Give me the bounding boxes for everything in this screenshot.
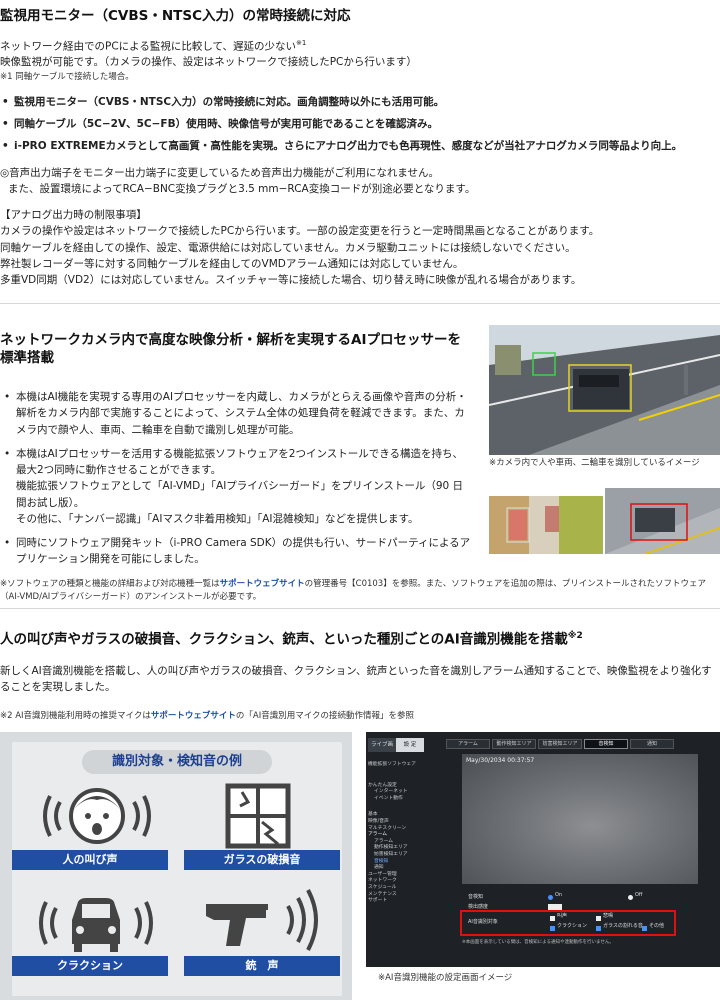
list-item: 同時にソフトウェア開発キット（i-PRO Camera SDK）の提供も行い、サ… (0, 535, 472, 568)
support-link[interactable]: サポートウェブサイト (151, 711, 236, 721)
menu-item[interactable]: スケジュール (368, 885, 424, 892)
top-tab-motion[interactable]: 動作検知エリア (492, 739, 536, 749)
menu-item[interactable]: アラーム (368, 832, 424, 839)
tab-live[interactable]: ライブ画 (368, 738, 396, 752)
limit-2: 同軸ケーブルを経由しての操作、設定、電源供給には対応していません。カメラ駆動ユニ… (0, 241, 576, 254)
video-timestamp: May/30/2034 00:37:57 (466, 757, 535, 764)
gunshot-icon (206, 889, 318, 951)
car-horn-icon (39, 898, 153, 952)
menu-item[interactable]: イベント動作 (368, 796, 424, 803)
list-item: i-PRO EXTREMEカメラとして高画質・高性能を実現。さらにアナログ出力で… (0, 138, 720, 155)
sound-label-gunshot: 銃 声 (184, 956, 340, 976)
sound-panel-title: 識別対象・検知音の例 (82, 750, 272, 774)
menu-item[interactable]: 映像/音声 (368, 819, 424, 826)
checkbox-other[interactable] (642, 926, 647, 931)
checkbox-scream[interactable] (550, 916, 555, 921)
store-image (489, 496, 603, 554)
row-label-sound-detect: 音検知 (468, 894, 484, 900)
tab-settings[interactable]: 設 定 (396, 738, 424, 752)
top-tab-notify[interactable]: 通知 (630, 739, 674, 749)
menu-item[interactable]: サポート (368, 898, 424, 905)
menu-item[interactable]: 動作検知エリア (368, 845, 424, 852)
limit-1: カメラの操作や設定はネットワークで接続したPCから行います。一部の設定変更を行う… (0, 225, 600, 238)
top-tab-alarm[interactable]: アラーム (446, 739, 490, 749)
settings-menu: 機能拡張ソフトウェア かんたん設定 インターネット イベント動作 基本 映像/音… (368, 762, 424, 905)
list-item: 監視用モニター（CVBS・NTSC入力）の常時接続に対応。画角調整時以外にも活用… (0, 94, 720, 111)
divider (0, 608, 720, 609)
radio-on[interactable] (548, 895, 553, 900)
section-title-ai: ネットワークカメラ内で高度な映像分析・解析を実現するAIプロセッサーを標準搭載 (0, 332, 461, 366)
broken-window-icon (225, 783, 291, 849)
menu-item[interactable]: 機能拡張ソフトウェア (368, 762, 424, 769)
sound-label-scream: 人の叫び声 (12, 850, 168, 870)
support-link[interactable]: サポートウェブサイト (220, 579, 305, 589)
sound-body: 新しくAI音識別機能を搭載し、人の叫び声やガラスの破損音、クラクション、銃声とい… (0, 665, 712, 694)
radio-on-label: On (555, 892, 563, 898)
ai-street-image (489, 325, 720, 455)
video-preview: May/30/2034 00:37:57 (462, 754, 698, 884)
settings-footnote: ※本画面を表示している間は、音検知による通知や連動動作を行いません。 (462, 940, 614, 945)
sound-note: ※2 AI音識別機能利用時の推奨マイクはサポートウェブサイトの「AI音識別用マイ… (0, 710, 415, 721)
list-item: 本機はAI機能を実現する専用のAIプロセッサーを内蔵し、カメラがとらえる画像や音… (0, 389, 472, 438)
top-tab-sound[interactable]: 音検知 (584, 739, 628, 749)
monitor-bullets: 監視用モニター（CVBS・NTSC入力）の常時接続に対応。画角調整時以外にも活用… (0, 94, 720, 155)
menu-item[interactable]: 基本 (368, 812, 424, 819)
checkbox-horn[interactable] (550, 926, 555, 931)
monitor-note-1: ※1 同軸ケーブルで接続した場合。 (0, 71, 134, 82)
limit-title: 【アナログ出力時の制限事項】 (0, 209, 147, 222)
radio-off[interactable] (628, 895, 633, 900)
list-item: 本機はAIプロセッサーを活用する機能拡張ソフトウェアを2つインストールできる構造… (0, 446, 472, 527)
menu-item[interactable]: 通知 (368, 865, 424, 872)
section-sound: 人の叫び声やガラスの破損音、クラクション、銃声、といった種別ごとのAI音識別機能… (0, 631, 720, 723)
checkbox-shriek[interactable] (596, 916, 601, 921)
menu-item[interactable]: ネットワーク (368, 878, 424, 885)
sound-settings-screenshot: ライブ画 設 定 アラーム 動作検知エリア 妨害検知エリア 音検知 通知 機能拡… (366, 732, 720, 967)
sound-label-glass: ガラスの破損音 (184, 850, 340, 870)
checkbox-glass[interactable] (596, 926, 601, 931)
limit-4: 多重VD同期（VD2）には対応していません。スイッチャー等に接続した場合、切り替… (0, 274, 582, 287)
list-item: 同軸ケーブル（5C−2V、5C−FB）使用時、映像信号が実用可能であることを確認… (0, 116, 720, 133)
section-monitor: 監視用モニター（CVBS・NTSC入力）の常時接続に対応 ネットワーク経由でのP… (0, 8, 720, 288)
row-label-ai-target: AI音識別対象 (468, 919, 498, 925)
scream-face-icon (43, 788, 151, 844)
checkbox-label: ガラスの割れる音 (603, 923, 643, 929)
checkbox-label: 叫声 (557, 913, 568, 919)
parking-image (605, 488, 720, 554)
ai-software-note: ※ソフトウェアの種類と機能の詳細および対応機種一覧はサポートウェブサイトの管理番… (0, 578, 707, 602)
audio-note-2: また、設置環境によってRCA−BNC変換プラグと3.5 mm−RCA変換コードが… (8, 182, 476, 195)
ui-screenshot-caption: ※AI音識別機能の設定画面イメージ (378, 973, 513, 983)
section-title-sound: 人の叫び声やガラスの破損音、クラクション、銃声、といった種別ごとのAI音識別機能… (0, 631, 583, 648)
sound-example-panel: 識別対象・検知音の例 人の叫び声 ガラスの破損音 クラクション 銃 声 (0, 732, 352, 1000)
checkbox-label: その他 (649, 923, 665, 929)
checkbox-label: クラクション (557, 923, 588, 929)
radio-off-label: Off (635, 892, 643, 898)
menu-item[interactable]: 妨害検知エリア (368, 852, 424, 859)
monitor-intro: ネットワーク経由でのPCによる監視に比較して、遅延の少ない※1映像監視が可能です… (0, 38, 417, 69)
limit-3: 弊社製レコーダー等に対する同軸ケーブルを経由してのVMDアラーム通知には対応して… (0, 257, 464, 270)
ai-image-caption: ※カメラ内で人や車両、二輪車を識別しているイメージ (489, 458, 700, 468)
sound-label-horn: クラクション (12, 956, 168, 976)
section-title-monitor: 監視用モニター（CVBS・NTSC入力）の常時接続に対応 (0, 8, 351, 24)
divider (0, 303, 720, 304)
ai-bullets: 本機はAI機能を実現する専用のAIプロセッサーを内蔵し、カメラがとらえる画像や音… (0, 389, 472, 568)
top-tab-tamper[interactable]: 妨害検知エリア (538, 739, 582, 749)
checkbox-label: 悲鳴 (603, 913, 614, 919)
audio-note-1: ◎音声出力端子をモニター出力端子に変更しているため音声出力機能がご利用になれませ… (0, 166, 440, 179)
menu-item[interactable]: インターネット (368, 789, 424, 796)
